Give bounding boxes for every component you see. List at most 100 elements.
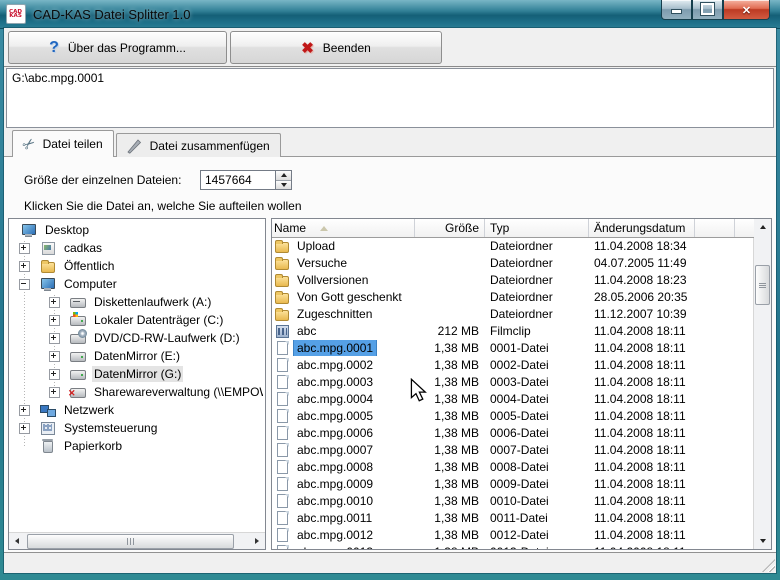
quit-button[interactable]: ✖ Beenden (230, 31, 442, 64)
column-header-name[interactable]: Name (272, 219, 415, 237)
file-type: 0003-Datei (485, 375, 589, 389)
file-icon (274, 357, 291, 373)
tree-horizontal-scrollbar[interactable] (9, 532, 265, 549)
scroll-down-button[interactable] (754, 533, 771, 549)
column-header-size[interactable]: Größe (415, 219, 485, 237)
tree-item-computer[interactable]: Computer (11, 275, 263, 293)
horizontal-scroll-thumb[interactable] (27, 534, 234, 549)
column-date-label: Änderungsdatum (594, 221, 685, 235)
spin-up-button[interactable] (276, 171, 291, 180)
file-type: 0009-Datei (485, 477, 589, 491)
file-row[interactable]: UploadDateiordner11.04.2008 18:34 (272, 237, 754, 254)
file-name: Vollversionen (294, 272, 371, 288)
file-row[interactable]: abc.mpg.00091,38 MB0009-Datei11.04.2008 … (272, 475, 754, 492)
tree-item-öffentlich[interactable]: Öffentlich (11, 257, 263, 275)
file-name: Zugeschnitten (294, 306, 375, 322)
scroll-right-button[interactable] (249, 533, 265, 549)
file-icon (274, 391, 291, 407)
arrow-up-icon (281, 173, 287, 177)
title-bar: CADKAS CAD-KAS Datei Splitter 1.0 ✕ (0, 0, 780, 29)
file-date: 11.04.2008 18:11 (589, 528, 695, 542)
file-size: 1,38 MB (415, 392, 485, 406)
file-date: 11.04.2008 18:11 (589, 443, 695, 457)
file-row[interactable]: VersucheDateiordner04.07.2005 11:49 (272, 254, 754, 271)
disconnected-drive-icon: ✕ (70, 384, 87, 400)
file-row[interactable]: abc.mpg.00031,38 MB0003-Datei11.04.2008 … (272, 373, 754, 390)
minimize-button[interactable] (661, 0, 692, 20)
about-button[interactable]: ? Über das Programm... (8, 31, 227, 64)
tab-join-file[interactable]: Datei zusammenfügen (116, 133, 281, 157)
file-row[interactable]: VollversionenDateiordner11.04.2008 18:23 (272, 271, 754, 288)
tree-item-diskettenlaufwerk-a[interactable]: Diskettenlaufwerk (A:) (11, 293, 263, 311)
scroll-up-button[interactable] (754, 219, 771, 235)
file-type: 0008-Datei (485, 460, 589, 474)
expand-icon[interactable] (49, 351, 60, 362)
tree-item-label: Sharewareverwaltung (\\EMPOWER) (92, 384, 263, 400)
file-date: 04.07.2005 11:49 (589, 256, 695, 270)
folder-icon (40, 258, 57, 274)
file-row[interactable]: Zugeschnitten Dateiordner11.12.2007 10:39 (272, 305, 754, 322)
tree-item-sharewareverwaltung-empower[interactable]: ✕ Sharewareverwaltung (\\EMPOWER) (11, 383, 263, 401)
expand-icon[interactable] (19, 261, 30, 272)
column-header-date[interactable]: Änderungsdatum (589, 219, 695, 237)
file-row[interactable]: abc.mpg.00051,38 MB0005-Datei11.04.2008 … (272, 407, 754, 424)
quit-button-label: Beenden (323, 41, 371, 55)
file-row[interactable]: abc.mpg.00121,38 MB0012-Datei11.04.2008 … (272, 526, 754, 543)
file-name: abc.mpg.0001 (294, 340, 376, 356)
output-path-box[interactable]: G:\abc.mpg.0001 (6, 68, 774, 128)
file-icon (274, 459, 291, 475)
file-date: 11.04.2008 18:11 (589, 494, 695, 508)
expand-icon[interactable] (19, 423, 30, 434)
close-icon: ✕ (742, 4, 751, 17)
status-bar (4, 552, 776, 573)
expand-icon[interactable] (49, 369, 60, 380)
tree-item-dvd-cd-rw-laufwerk-d[interactable]: DVD/CD-RW-Laufwerk (D:) (11, 329, 263, 347)
scroll-left-button[interactable] (9, 533, 25, 549)
spin-down-button[interactable] (276, 180, 291, 190)
expand-icon[interactable] (49, 333, 60, 344)
file-date: 11.04.2008 18:34 (589, 239, 695, 253)
file-row[interactable]: abc.mpg.00061,38 MB0006-Datei11.04.2008 … (272, 424, 754, 441)
tree-item-papierkorb[interactable]: Papierkorb (11, 437, 263, 455)
expand-icon[interactable] (19, 405, 30, 416)
file-row[interactable]: abc.mpg.00041,38 MB0004-Datei11.04.2008 … (272, 390, 754, 407)
file-row[interactable]: abc.mpg.00101,38 MB0010-Datei11.04.2008 … (272, 492, 754, 509)
tab-join-label: Datei zusammenfügen (150, 139, 270, 153)
file-date: 11.12.2007 10:39 (589, 307, 695, 321)
file-row[interactable]: Von Gott geschenktDateiordner28.05.2006 … (272, 288, 754, 305)
expand-icon[interactable] (19, 243, 30, 254)
collapse-icon[interactable] (19, 279, 30, 290)
chunk-size-input[interactable] (200, 170, 275, 190)
tab-split-file[interactable]: ✂ Datei teilen (12, 130, 114, 157)
file-row[interactable]: abc.mpg.00021,38 MB0002-Datei11.04.2008 … (272, 356, 754, 373)
file-row[interactable]: abc.mpg.00081,38 MB0008-Datei11.04.2008 … (272, 458, 754, 475)
file-size: 212 MB (415, 324, 485, 338)
tree-item-datenmirror-g[interactable]: DatenMirror (G:) (11, 365, 263, 383)
column-size-label: Größe (445, 221, 479, 235)
resize-grip[interactable] (762, 559, 775, 572)
expand-icon[interactable] (49, 387, 60, 398)
file-row[interactable]: abc.mpg.00071,38 MB0007-Datei11.04.2008 … (272, 441, 754, 458)
network-icon (40, 402, 57, 418)
tree-item-datenmirror-e[interactable]: DatenMirror (E:) (11, 347, 263, 365)
tree-item-netzwerk[interactable]: Netzwerk (11, 401, 263, 419)
tree-item-systemsteuerung[interactable]: Systemsteuerung (11, 419, 263, 437)
file-row[interactable]: abc.mpg.00111,38 MB0011-Datei11.04.2008 … (272, 509, 754, 526)
close-button[interactable]: ✕ (723, 0, 770, 20)
tree-item-cadkas[interactable]: cadkas (11, 239, 263, 257)
expand-icon[interactable] (49, 297, 60, 308)
tree-item-desktop[interactable]: Desktop (11, 221, 263, 239)
column-header-type[interactable]: Typ (485, 219, 589, 237)
file-type: Dateiordner (485, 307, 589, 321)
tree-item-lokaler-datenträger-c[interactable]: Lokaler Datenträger (C:) (11, 311, 263, 329)
maximize-button[interactable] (692, 0, 723, 20)
window-title: CAD-KAS Datei Splitter 1.0 (33, 7, 191, 22)
vertical-scroll-thumb[interactable] (755, 265, 770, 305)
file-row[interactable]: abc212 MBFilmclip11.04.2008 18:11 (272, 322, 754, 339)
file-list-vertical-scrollbar[interactable] (753, 219, 771, 549)
expand-icon[interactable] (49, 315, 60, 326)
file-name: abc.mpg.0011 (294, 510, 375, 526)
file-row[interactable]: abc.mpg.00131,38 MB0013-Datei11.04.2008 … (272, 543, 754, 549)
file-size: 1,38 MB (415, 341, 485, 355)
file-row[interactable]: abc.mpg.00011,38 MB0001-Datei11.04.2008 … (272, 339, 754, 356)
